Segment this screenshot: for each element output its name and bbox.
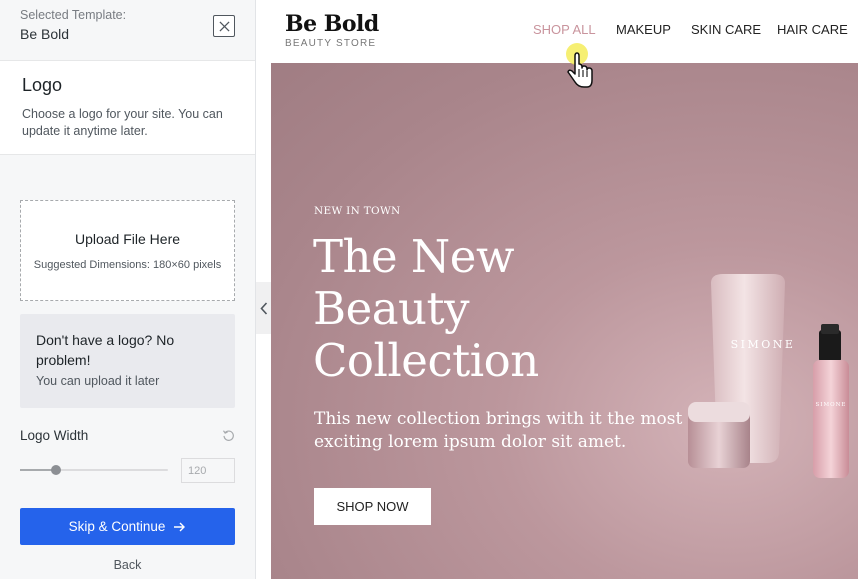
selected-template-label: Selected Template: <box>20 8 127 22</box>
chevron-left-icon <box>259 301 267 315</box>
hero-banner: NEW IN TOWN The New Beauty Collection Th… <box>271 63 858 579</box>
upload-dimensions-hint: Suggested Dimensions: 180×60 pixels <box>33 259 222 271</box>
logo-section-title: Logo <box>22 75 63 95</box>
close-button[interactable] <box>213 15 235 37</box>
hero-eyebrow: NEW IN TOWN <box>314 205 401 217</box>
no-logo-subtitle: You can upload it later <box>36 374 160 388</box>
skip-continue-button[interactable]: Skip & Continue <box>20 508 235 545</box>
reset-icon[interactable] <box>222 429 235 442</box>
arrow-right-icon <box>174 522 186 531</box>
upload-title: Upload File Here <box>74 231 181 247</box>
upload-dropzone[interactable]: Upload File Here Suggested Dimensions: 1… <box>20 200 235 301</box>
nav-shop-all[interactable]: SHOP ALL <box>533 22 596 37</box>
product-image: SIMONE SIMONE <box>688 274 849 478</box>
logo-width-slider[interactable] <box>20 465 168 475</box>
bottle-label: SIMONE <box>816 402 847 408</box>
logo-width-input[interactable] <box>181 458 235 483</box>
nav-hair-care[interactable]: HAIR CARE <box>777 22 848 37</box>
logo-section-description: Choose a logo for your site. You can upd… <box>22 107 223 138</box>
brand-tagline: BEAUTY STORE <box>285 38 377 49</box>
logo-section: Logo Choose a logo for your site. You ca… <box>0 60 255 155</box>
panel-header: Selected Template: Be Bold <box>0 0 255 60</box>
nav-skin-care[interactable]: SKIN CARE <box>691 22 761 37</box>
hero-description: This new collection brings with it the m… <box>314 409 683 452</box>
site-header: Be Bold BEAUTY STORE SHOP ALL MAKEUP SKI… <box>271 0 858 63</box>
selected-template-name: Be Bold <box>20 26 70 42</box>
no-logo-title: Don't have a logo? No problem! <box>36 332 175 368</box>
nav-makeup[interactable]: MAKEUP <box>616 22 671 37</box>
product-label: SIMONE <box>731 338 796 351</box>
collapse-panel-button[interactable] <box>256 282 271 334</box>
skip-continue-label: Skip & Continue <box>68 519 166 534</box>
close-icon <box>218 20 230 32</box>
shop-now-button[interactable]: SHOP NOW <box>314 488 431 525</box>
no-logo-notice: Don't have a logo? No problem! You can u… <box>20 314 235 408</box>
slider-thumb[interactable] <box>50 465 61 475</box>
back-link[interactable]: Back <box>0 558 255 572</box>
logo-width-label: Logo Width <box>20 428 89 443</box>
hero-title: The New Beauty Collection <box>313 230 539 387</box>
brand-logo[interactable]: Be Bold BEAUTY STORE <box>285 11 379 49</box>
brand-name: Be Bold <box>285 11 379 37</box>
customizer-panel: Selected Template: Be Bold Logo Choose a… <box>0 0 256 579</box>
site-preview: Be Bold BEAUTY STORE SHOP ALL MAKEUP SKI… <box>271 0 858 579</box>
